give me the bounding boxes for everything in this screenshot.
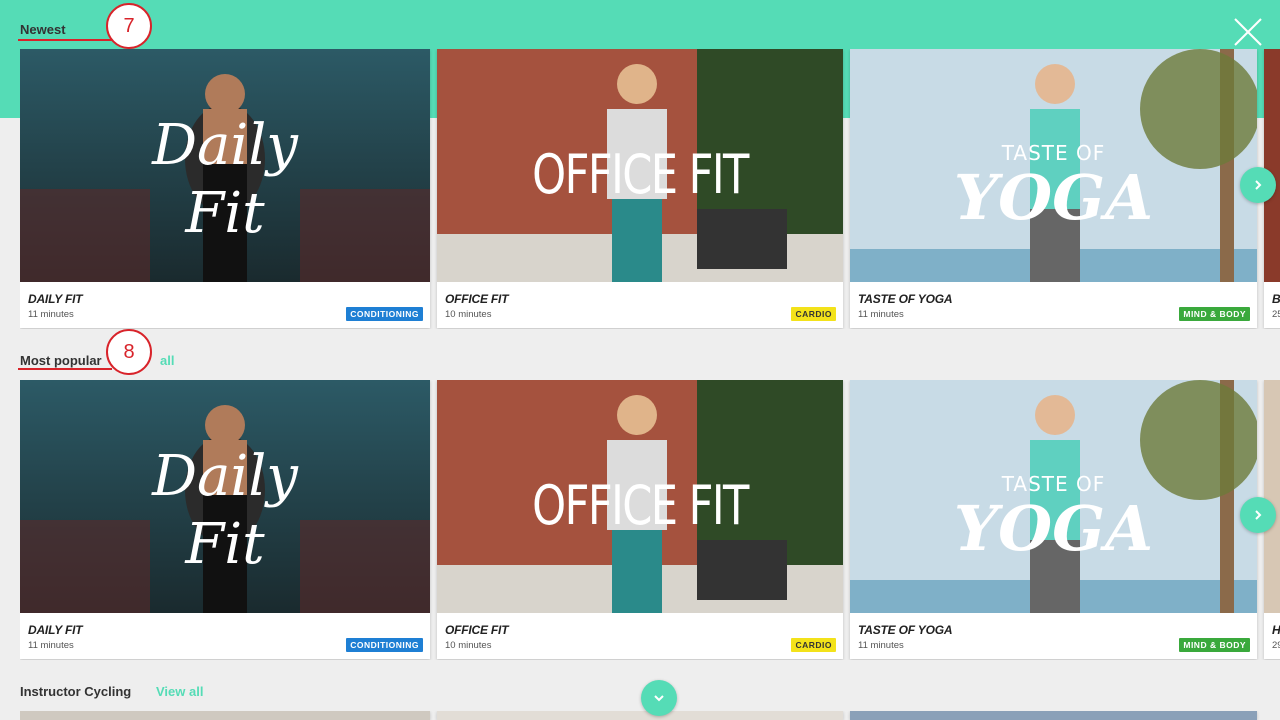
chevron-down-icon [654,695,664,702]
card-art-text: Daily [152,444,298,509]
scroll-down-button[interactable] [641,680,677,716]
card-title: DAILY FIT [28,623,83,637]
card-title: H [1272,623,1280,637]
carousel-most-popular: Daily Fit DAILY FIT 11 minutes CONDITION… [20,380,1280,660]
workout-card[interactable] [20,711,430,720]
card-art-text: YOGA [953,161,1154,234]
card-title: TASTE OF YOGA [858,292,953,306]
card-art-text: Fit [185,512,265,577]
section-title-newest: Newest [20,22,66,37]
category-badge: CARDIO [791,307,836,321]
annotation-marker: 7 [106,3,152,49]
section-title-most-popular: Most popular [20,353,102,368]
carousel-next-button[interactable] [1240,167,1276,203]
workout-card[interactable]: OFFICE FIT OFFICE FIT 10 minutes CARDIO [437,380,843,659]
view-all-link[interactable]: View all [156,684,203,699]
card-art-text: OFFICE FIT [532,143,749,206]
card-duration: 10 minutes [445,640,492,651]
card-title: OFFICE FIT [445,292,509,306]
carousel-newest: Daily Fit DAILY FIT 11 minutes CONDITION… [20,49,1280,329]
annotation-underline [18,39,118,41]
card-thumbnail: TASTE OF YOGA [850,49,1257,282]
category-badge: CONDITIONING [346,307,423,321]
card-thumbnail: TASTE OF YOGA [850,380,1257,613]
category-badge: MIND & BODY [1179,638,1250,652]
workout-card[interactable]: Daily Fit DAILY FIT 11 minutes CONDITION… [20,49,430,328]
card-art-text: Daily [152,113,298,178]
card-duration: 11 minutes [858,309,904,320]
card-thumbnail: Daily Fit [20,380,430,613]
card-duration: 10 minutes [445,309,492,320]
annotation-underline [18,368,112,370]
chevron-right-icon [1255,510,1262,520]
card-title: B [1272,292,1280,306]
card-thumbnail [1264,49,1280,282]
category-badge: CONDITIONING [346,638,423,652]
workout-card[interactable]: TASTE OF YOGA TASTE OF YOGA 11 minutes M… [850,380,1257,659]
close-button[interactable] [1232,16,1264,48]
close-icon [1234,18,1262,46]
card-art-text: YOGA [953,492,1154,565]
card-duration: 11 minutes [28,309,74,320]
card-thumbnail: Daily Fit [20,49,430,282]
section-title-instructor-cycling: Instructor Cycling [20,684,132,699]
workout-card[interactable]: OFFICE FIT OFFICE FIT 10 minutes CARDIO [437,49,843,328]
card-title: OFFICE FIT [445,623,509,637]
card-duration: 29 [1272,640,1280,651]
workout-card[interactable]: TASTE OF YOGA TASTE OF YOGA 11 minutes M… [850,49,1257,328]
card-title: DAILY FIT [28,292,83,306]
card-art-text: Fit [185,181,265,246]
card-duration: 25 [1272,309,1280,320]
card-title: TASTE OF YOGA [858,623,953,637]
category-badge: CARDIO [791,638,836,652]
workout-card[interactable]: Daily Fit DAILY FIT 11 minutes CONDITION… [20,380,430,659]
carousel-next-button[interactable] [1240,497,1276,533]
card-duration: 11 minutes [858,640,904,651]
category-badge: MIND & BODY [1179,307,1250,321]
card-thumbnail: OFFICE FIT [437,49,843,282]
card-duration: 11 minutes [28,640,74,651]
view-all-link[interactable]: all [160,353,174,368]
workout-card[interactable] [437,711,843,720]
workout-card[interactable] [850,711,1257,720]
card-art-text: OFFICE FIT [532,474,749,537]
annotation-marker: 8 [106,329,152,375]
chevron-right-icon [1255,180,1262,190]
card-thumbnail: OFFICE FIT [437,380,843,613]
card-thumbnail [1264,380,1280,613]
